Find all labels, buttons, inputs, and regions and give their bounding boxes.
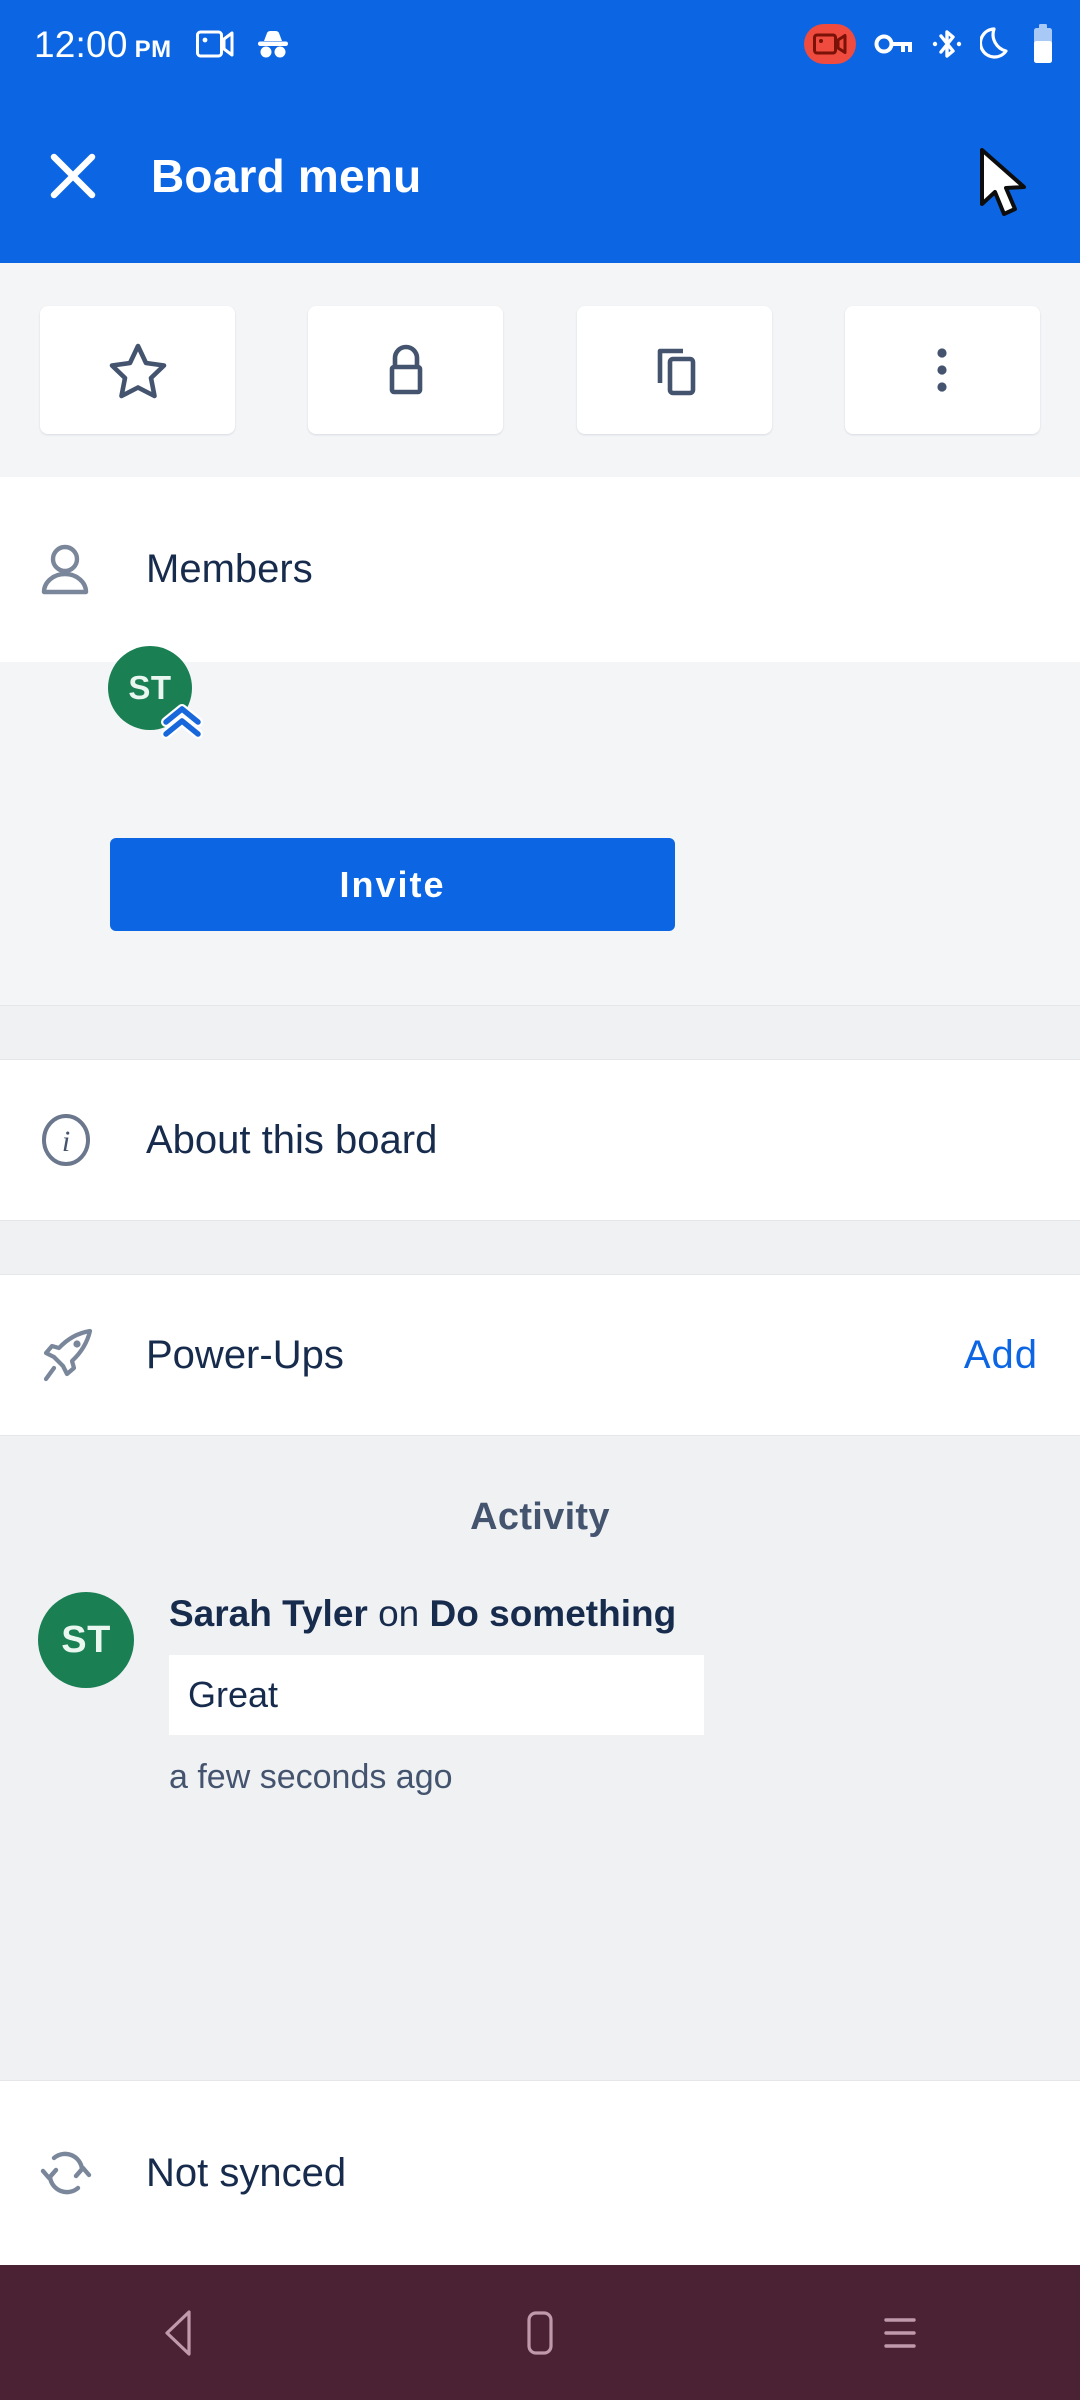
do-not-disturb-moon-icon — [980, 27, 1008, 59]
members-label: Members — [146, 547, 313, 591]
power-ups-row[interactable]: Power-Ups Add — [0, 1275, 1080, 1435]
bluetooth-icon — [932, 30, 962, 58]
activity-actor: Sarah Tyler — [169, 1593, 368, 1634]
activity-preposition: on — [378, 1593, 420, 1634]
star-button[interactable] — [40, 306, 235, 434]
rocket-icon — [43, 1328, 93, 1382]
activity-title: Activity — [470, 1496, 610, 1538]
activity-timestamp: a few seconds ago — [169, 1758, 453, 1797]
back-triangle-icon — [165, 2309, 191, 2356]
nav-back-button[interactable] — [90, 2265, 270, 2400]
person-icon — [41, 544, 89, 594]
activity-avatar: ST — [38, 1592, 134, 1688]
visibility-button[interactable] — [308, 306, 504, 434]
close-button[interactable] — [34, 137, 112, 215]
sync-icon — [40, 2151, 92, 2195]
nav-home-button[interactable] — [450, 2265, 630, 2400]
phone-screen: 12:00 PM Board menu Members ST Invite i … — [0, 0, 1080, 2400]
copy-board-button[interactable] — [576, 306, 772, 434]
member-avatar-wrap[interactable]: ST — [108, 646, 203, 739]
activity-target: Do something — [429, 1593, 677, 1634]
more-options-button[interactable] — [844, 306, 1040, 434]
nav-recents-button[interactable] — [810, 2265, 990, 2400]
screen-record-icon — [195, 30, 234, 58]
home-rounded-rect-icon — [527, 2310, 553, 2355]
svg-text:i: i — [62, 1125, 70, 1158]
status-time: 12:00 — [34, 23, 128, 65]
overflow-menu-icon — [937, 348, 948, 392]
power-ups-add-link[interactable]: Add — [964, 1333, 1038, 1378]
activity-avatar-initials: ST — [61, 1618, 111, 1661]
activity-headline: Sarah Tyler on Do something — [169, 1592, 1080, 1636]
rocket-icon-wrap — [38, 1326, 110, 1384]
recents-lines-icon — [884, 2317, 916, 2348]
activity-comment: Great — [169, 1655, 704, 1736]
about-board-content: i About this board — [0, 1060, 1080, 1220]
sync-status-row[interactable]: Not synced — [0, 2080, 1080, 2265]
sync-icon-wrap — [38, 2144, 110, 2202]
vpn-key-icon — [874, 34, 912, 54]
quick-actions-row — [0, 263, 1080, 477]
status-right-icons — [804, 24, 1054, 64]
copy-icon — [657, 348, 696, 396]
android-nav-bar — [0, 2265, 1080, 2400]
status-clock: 12:00 PM — [34, 26, 172, 63]
close-icon — [50, 153, 96, 198]
admin-chevrons-icon — [161, 704, 203, 739]
invite-button[interactable]: Invite — [110, 838, 675, 931]
about-board-label: About this board — [146, 1117, 438, 1162]
power-ups-label: Power-Ups — [146, 1332, 344, 1377]
activity-section: Activity ST Sarah Tyler on Do something … — [0, 1435, 1080, 2080]
star-icon — [109, 343, 166, 399]
info-icon: i — [42, 1114, 90, 1166]
sync-status-label: Not synced — [146, 2150, 347, 2195]
lock-icon — [389, 344, 423, 395]
page-title: Board menu — [151, 149, 422, 202]
screen-record-active-icon — [804, 24, 856, 64]
activity-item[interactable]: ST Sarah Tyler on Do something Great a f… — [0, 1539, 1080, 1797]
person-icon-wrap — [38, 542, 110, 598]
section-divider-2 — [0, 1220, 1080, 1275]
mouse-cursor-icon — [980, 148, 1026, 216]
app-bar: Board menu — [0, 88, 1080, 263]
battery-icon — [1034, 24, 1052, 63]
info-icon-wrap: i — [38, 1112, 110, 1168]
sync-status-content: Not synced — [0, 2081, 1080, 2265]
power-ups-content: Power-Ups Add — [0, 1275, 1080, 1435]
about-board-row[interactable]: i About this board — [0, 1060, 1080, 1220]
status-meridiem: PM — [134, 35, 172, 63]
members-header: Members — [0, 477, 1080, 662]
section-divider-1 — [0, 1005, 1080, 1060]
status-bar: 12:00 PM — [0, 0, 1080, 88]
activity-body: Sarah Tyler on Do something Great a few … — [169, 1592, 1080, 1797]
incognito-icon — [257, 31, 288, 58]
members-section: Members — [0, 477, 1080, 662]
status-left-icons — [195, 29, 292, 59]
